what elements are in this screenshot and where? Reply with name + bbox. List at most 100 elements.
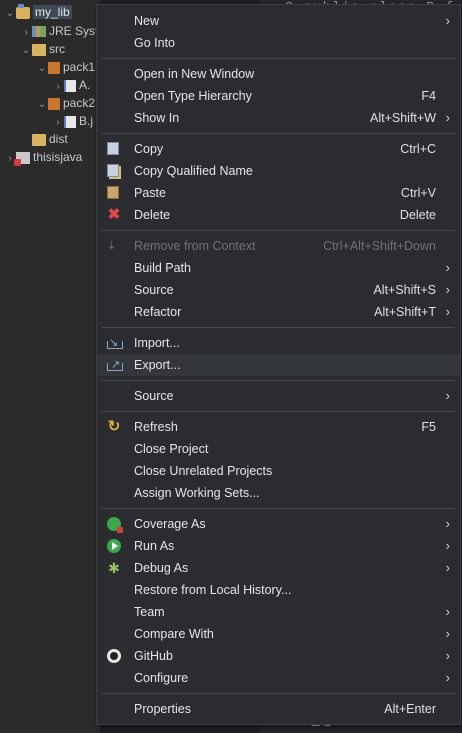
- coverage-icon: [107, 517, 123, 533]
- remove-from-context-icon: ⇣: [107, 240, 117, 252]
- export-icon: [107, 354, 123, 376]
- menu-item-shortcut: Alt+Shift+S: [373, 283, 436, 297]
- menu-item-go-into[interactable]: Go Into: [97, 32, 460, 54]
- context-menu: New › Go Into Open in New Window Open Type H…: [96, 4, 461, 725]
- expand-arrow-icon[interactable]: ⌄: [20, 42, 32, 60]
- menu-item-label: Configure: [134, 671, 189, 685]
- submenu-arrow-icon: ›: [445, 604, 450, 619]
- menu-separator: [102, 693, 455, 694]
- menu-item-label: Open in New Window: [134, 67, 255, 81]
- tree-item-label: dist: [49, 132, 68, 146]
- menu-separator: [102, 133, 455, 134]
- menu-item-label: Paste: [134, 186, 166, 200]
- menu-item-close-unrelated-projects[interactable]: Close Unrelated Projects: [97, 460, 460, 482]
- submenu-arrow-icon: ›: [445, 648, 450, 663]
- menu-separator: [102, 411, 455, 412]
- java-file-icon: [64, 79, 76, 92]
- menu-item-label: Export...: [134, 358, 181, 372]
- menu-item-show-in[interactable]: Show In Alt+Shift+W ›: [97, 107, 460, 129]
- submenu-arrow-icon: ›: [445, 516, 450, 531]
- menu-item-shortcut: Ctrl+C: [400, 142, 436, 156]
- debug-icon: ✱: [108, 560, 120, 576]
- menu-separator: [102, 230, 455, 231]
- menu-item-label: Remove from Context: [134, 239, 256, 253]
- menu-item-label: Debug As: [134, 561, 189, 575]
- menu-item-refresh[interactable]: ↻ Refresh F5: [97, 416, 460, 438]
- menu-item-import[interactable]: Import...: [97, 332, 460, 354]
- menu-item-export[interactable]: Export...: [97, 354, 460, 376]
- menu-item-source[interactable]: Source Alt+Shift+S ›: [97, 279, 460, 301]
- package-explorer: ⌄ my_lib › JRE Syst ⌄ src ⌄ pack1 › A. ⌄ pack2 › B.j d…: [0, 0, 100, 733]
- menu-item-label: Show In: [134, 111, 180, 125]
- tree-item-label: JRE Syst: [49, 24, 99, 38]
- tree-item[interactable]: ⌄ src: [20, 40, 65, 58]
- copy-qualified-name-icon: [107, 164, 119, 177]
- tree-item[interactable]: ⌄ my_lib: [4, 3, 72, 21]
- submenu-arrow-icon: ›: [445, 110, 450, 125]
- submenu-arrow-icon: ›: [445, 626, 450, 641]
- menu-item-paste[interactable]: Paste Ctrl+V: [97, 182, 460, 204]
- tree-item[interactable]: › JRE Syst: [20, 22, 98, 40]
- menu-item-label: Copy Qualified Name: [134, 164, 253, 178]
- menu-item-source[interactable]: Source ›: [97, 385, 460, 407]
- menu-item-open-type-hierarchy[interactable]: Open Type Hierarchy F4: [97, 85, 460, 107]
- menu-item-label: Delete: [134, 208, 171, 222]
- tree-item[interactable]: ⌄ pack2: [36, 94, 95, 112]
- menu-item-new[interactable]: New ›: [97, 10, 460, 32]
- menu-item-restore-from-local-history[interactable]: Restore from Local History...: [97, 579, 460, 601]
- menu-item-coverage-as[interactable]: Coverage As ›: [97, 513, 460, 535]
- submenu-arrow-icon: ›: [445, 538, 450, 553]
- menu-separator: [102, 58, 455, 59]
- tree-item[interactable]: › B.j: [52, 112, 93, 130]
- paste-icon: [107, 186, 119, 199]
- tree-item[interactable]: dist: [20, 130, 68, 148]
- tree-item[interactable]: › thisisjava: [4, 148, 82, 166]
- menu-item-open-in-new-window[interactable]: Open in New Window: [97, 63, 460, 85]
- tree-item-label: A.: [79, 78, 91, 92]
- menu-item-compare-with[interactable]: Compare With ›: [97, 623, 460, 645]
- menu-item-github[interactable]: GitHub ›: [97, 645, 460, 667]
- menu-item-label: Restore from Local History...: [134, 583, 292, 597]
- menu-item-label: Copy: [134, 142, 164, 156]
- submenu-arrow-icon: ›: [445, 670, 450, 685]
- submenu-arrow-icon: ›: [445, 13, 450, 28]
- menu-item-team[interactable]: Team ›: [97, 601, 460, 623]
- menu-item-label: Coverage As: [134, 517, 206, 531]
- menu-item-shortcut: Alt+Enter: [384, 702, 436, 716]
- menu-item-properties[interactable]: Properties Alt+Enter: [97, 698, 460, 720]
- menu-item-label: New: [134, 14, 160, 28]
- menu-item-refactor[interactable]: Refactor Alt+Shift+T ›: [97, 301, 460, 323]
- menu-item-label: Refresh: [134, 420, 178, 434]
- java-file-icon: [64, 115, 76, 128]
- menu-item-copy[interactable]: Copy Ctrl+C: [97, 138, 460, 160]
- expand-arrow-icon[interactable]: ⌄: [36, 60, 48, 78]
- menu-item-configure[interactable]: Configure ›: [97, 667, 460, 689]
- tree-item[interactable]: › A.: [52, 76, 90, 94]
- expand-arrow-icon[interactable]: ⌄: [36, 96, 48, 114]
- import-icon: [107, 332, 123, 354]
- menu-item-run-as[interactable]: Run As ›: [97, 535, 460, 557]
- menu-item-label: Go Into: [134, 36, 175, 50]
- submenu-arrow-icon: ›: [445, 304, 450, 319]
- tree-item-label: thisisjava: [33, 150, 83, 164]
- menu-item-label: Close Project: [134, 442, 209, 456]
- submenu-arrow-icon: ›: [445, 388, 450, 403]
- menu-item-shortcut: Alt+Shift+T: [374, 305, 436, 319]
- project-icon: [16, 3, 30, 19]
- menu-item-label: Run As: [134, 539, 175, 553]
- tree-item-label: pack2: [63, 96, 96, 110]
- menu-item-copy-qualified-name[interactable]: Copy Qualified Name: [97, 160, 460, 182]
- menu-item-assign-working-sets[interactable]: Assign Working Sets...: [97, 482, 460, 504]
- menu-item-close-project[interactable]: Close Project: [97, 438, 460, 460]
- tree-item-label: src: [49, 42, 65, 56]
- menu-item-delete[interactable]: ✖ Delete Delete: [97, 204, 460, 226]
- delete-icon: ✖: [107, 206, 121, 223]
- submenu-arrow-icon: ›: [445, 282, 450, 297]
- expand-arrow-icon[interactable]: ⌄: [4, 5, 16, 23]
- menu-item-build-path[interactable]: Build Path ›: [97, 257, 460, 279]
- menu-item-label: Import...: [134, 336, 180, 350]
- menu-item-debug-as[interactable]: ✱ Debug As ›: [97, 557, 460, 579]
- tree-item[interactable]: ⌄ pack1: [36, 58, 95, 76]
- folder-icon: [32, 133, 46, 146]
- menu-item-shortcut: F4: [421, 89, 436, 103]
